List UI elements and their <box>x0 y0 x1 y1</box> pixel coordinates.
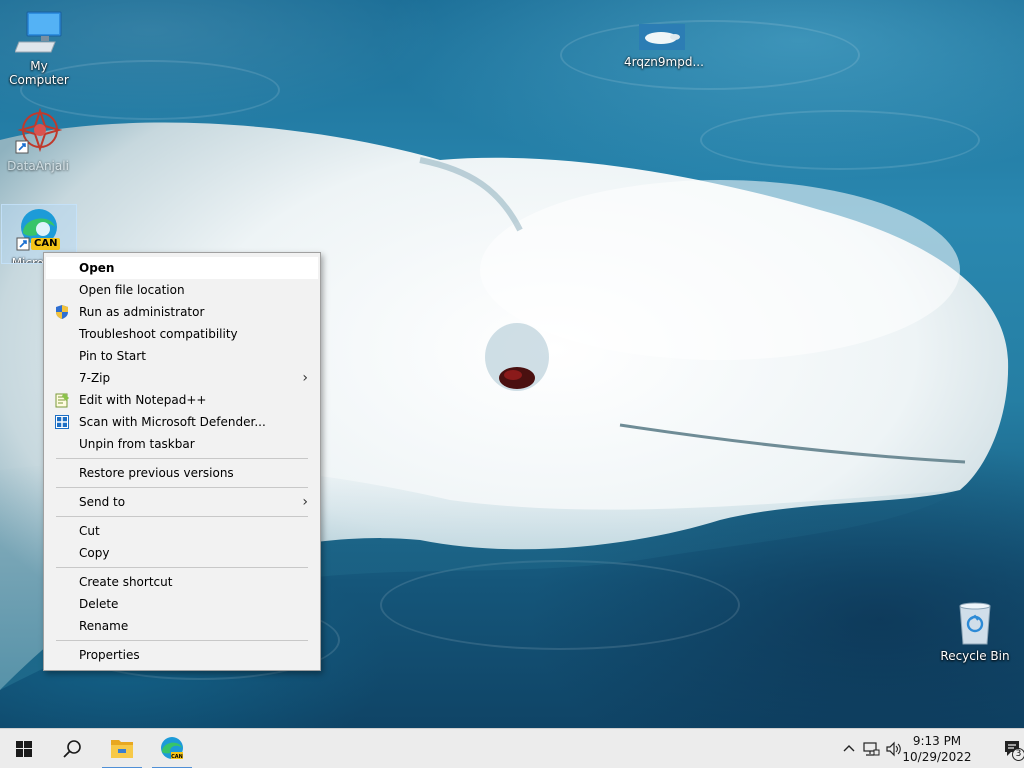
desktop-icon-label: DataAnjali <box>7 159 69 173</box>
menu-item-send-to[interactable]: Send to › <box>46 491 318 513</box>
menu-item-label: Pin to Start <box>79 349 146 363</box>
taskbar-edge-canary[interactable]: CAN <box>148 729 196 768</box>
menu-item-label: Troubleshoot compatibility <box>79 327 238 341</box>
menu-separator <box>56 516 308 517</box>
menu-item-scan-with-defender[interactable]: Scan with Microsoft Defender... <box>46 411 318 433</box>
menu-item-label: Restore previous versions <box>79 466 234 480</box>
taskbar-file-explorer[interactable] <box>98 729 146 768</box>
menu-item-label: Scan with Microsoft Defender... <box>79 415 266 429</box>
desktop-icon-label: My Computer <box>9 59 69 87</box>
menu-item-label: 7-Zip <box>79 371 111 385</box>
computer-icon <box>14 8 63 56</box>
menu-item-label: Open <box>79 261 115 275</box>
volume-icon[interactable] <box>884 740 902 758</box>
edge-canary-icon: CAN <box>161 737 183 760</box>
chevron-up-icon[interactable] <box>840 740 858 758</box>
search-button[interactable] <box>48 729 96 768</box>
search-icon <box>63 740 81 758</box>
start-button[interactable] <box>0 729 48 768</box>
canary-badge: CAN <box>31 238 61 250</box>
menu-item-label: Open file location <box>79 283 185 297</box>
menu-item-label: Copy <box>79 546 110 560</box>
app-shortcut-icon <box>14 107 63 156</box>
menu-item-label: Properties <box>79 648 140 662</box>
menu-item-copy[interactable]: Copy <box>46 542 318 564</box>
menu-separator <box>56 640 308 641</box>
chevron-right-icon: › <box>302 370 308 386</box>
desktop-icon-label: 4rqzn9mpd... <box>624 55 704 69</box>
menu-item-label: Run as administrator <box>79 305 205 319</box>
menu-item-open[interactable]: Open <box>46 257 318 279</box>
network-icon[interactable] <box>862 740 880 758</box>
taskbar: CAN 9:13 PM 10/29/2022 3 <box>0 728 1024 768</box>
taskbar-clock[interactable]: 9:13 PM 10/29/2022 <box>902 733 972 765</box>
menu-item-delete[interactable]: Delete <box>46 593 318 615</box>
menu-item-label: Send to <box>79 495 126 509</box>
menu-item-label: Rename <box>79 619 129 633</box>
notepad-plus-icon <box>54 392 70 408</box>
menu-item-rename[interactable]: Rename <box>46 615 318 637</box>
menu-item-label: Delete <box>79 597 119 611</box>
menu-item-run-as-administrator[interactable]: Run as administrator <box>46 301 318 323</box>
desktop-icon-dataanjali[interactable]: DataAnjali <box>0 107 76 173</box>
menu-item-open-file-location[interactable]: Open file location <box>46 279 318 301</box>
menu-item-properties[interactable]: Properties <box>46 644 318 666</box>
desktop-icon-image-file[interactable]: 4rqzn9mpd... <box>624 22 704 69</box>
system-tray: 9:13 PM 10/29/2022 3 <box>824 729 1024 768</box>
menu-item-unpin-from-taskbar[interactable]: Unpin from taskbar <box>46 433 318 455</box>
action-center-button[interactable]: 3 <box>1002 738 1024 761</box>
clock-date: 10/29/2022 <box>902 750 972 764</box>
menu-item-7zip[interactable]: 7-Zip › <box>46 367 318 389</box>
shield-icon <box>54 304 70 320</box>
windows-logo-icon <box>16 741 32 757</box>
menu-item-troubleshoot-compatibility[interactable]: Troubleshoot compatibility <box>46 323 318 345</box>
menu-separator <box>56 567 308 568</box>
image-file-icon <box>639 22 685 52</box>
svg-text:CAN: CAN <box>171 754 183 760</box>
menu-item-label: Cut <box>79 524 100 538</box>
menu-separator <box>56 458 308 459</box>
menu-item-pin-to-start[interactable]: Pin to Start <box>46 345 318 367</box>
chevron-right-icon: › <box>302 494 308 510</box>
menu-item-label: Create shortcut <box>79 575 173 589</box>
context-menu: Open Open file location Run as administr… <box>43 252 321 671</box>
menu-item-label: Edit with Notepad++ <box>79 393 207 407</box>
menu-item-create-shortcut[interactable]: Create shortcut <box>46 571 318 593</box>
menu-item-label: Unpin from taskbar <box>79 437 195 451</box>
desktop-icon-recycle-bin[interactable]: Recycle Bin <box>937 602 1013 663</box>
edge-canary-icon: CAN <box>15 205 63 253</box>
desktop-icon-label: Recycle Bin <box>940 649 1010 663</box>
menu-item-restore-previous-versions[interactable]: Restore previous versions <box>46 462 318 484</box>
menu-separator <box>56 487 308 488</box>
folder-icon <box>111 740 133 758</box>
notification-count-badge: 3 <box>1012 748 1024 761</box>
menu-item-cut[interactable]: Cut <box>46 520 318 542</box>
recycle-bin-icon <box>951 602 999 646</box>
defender-icon <box>54 414 70 430</box>
clock-time: 9:13 PM <box>912 734 962 748</box>
desktop-icon-my-computer[interactable]: My Computer <box>1 8 77 87</box>
menu-item-edit-with-notepad-plus[interactable]: Edit with Notepad++ <box>46 389 318 411</box>
